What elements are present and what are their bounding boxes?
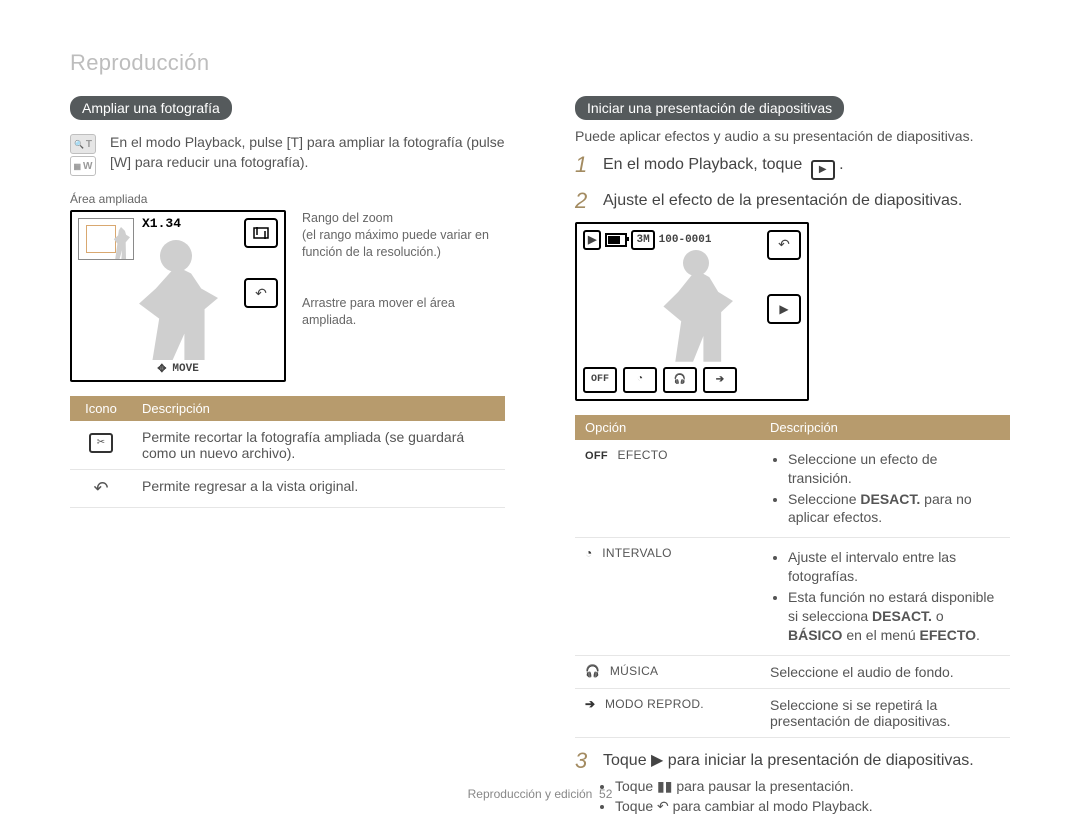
back-button[interactable]: ↶ (767, 230, 801, 260)
table-row: ✂ Permite recortar la fotografía ampliad… (70, 421, 505, 470)
arrow-right-icon: ➔ (716, 374, 724, 386)
lcd-and-callouts: X1.34 ↶ ✥ MOVE Rango del zoom (el rango … (70, 210, 505, 382)
intro-block: 🔍T ▦W En el modo Playback, pulse [T] par… (70, 132, 505, 178)
step-3: 3 Toque ▶ para iniciar la presentación d… (575, 750, 1010, 772)
table-row: ↶ Permite regresar a la vista original. (70, 470, 505, 508)
zoom-keys: 🔍T ▦W (70, 132, 98, 178)
cell-desc: Permite recortar la fotografía ampliada … (132, 421, 505, 470)
two-column-layout: Ampliar una fotografía 🔍T ▦W En el modo … (70, 96, 1010, 818)
table-row: OFF EFECTO Seleccione un efecto de trans… (575, 440, 1010, 538)
crop-icon (253, 227, 269, 239)
play-icon: ▶ (779, 302, 788, 316)
modo-desc: Seleccione si se repetirá la presentació… (760, 688, 1010, 737)
callouts: Rango del zoom (el rango máximo puede va… (302, 210, 505, 382)
efecto-desc: Seleccione un efecto de transición. Sele… (770, 450, 1000, 528)
interval-button[interactable]: ◔ (623, 367, 657, 393)
area-label: Área ampliada (70, 192, 505, 206)
table-row: 🎧 MÚSICA Seleccione el audio de fondo. (575, 655, 1010, 688)
file-counter: 100-0001 (659, 234, 712, 246)
silhouette-icon (126, 240, 226, 360)
effect-off-button[interactable]: OFF (583, 367, 617, 393)
headphones-icon: 🎧 (585, 664, 600, 678)
table-row: ➔ MODO REPROD. Seleccione si se repetirá… (575, 688, 1010, 737)
step-1: 1 En el modo Playback, toque ▶ . (575, 154, 1010, 180)
back-icon: ↶ (93, 478, 108, 498)
musica-desc: Seleccione el audio de fondo. (760, 655, 1010, 688)
left-column: Ampliar una fotografía 🔍T ▦W En el modo … (70, 96, 505, 818)
callout-drag: Arrastre para mover el área ampliada. (302, 295, 505, 329)
th-icon: Icono (70, 396, 132, 421)
move-indicator: ✥ MOVE (157, 362, 199, 376)
back-button[interactable]: ↶ (244, 278, 278, 308)
step-2: 2 Ajuste el efecto de la presentación de… (575, 190, 1010, 212)
trim-button[interactable] (244, 218, 278, 248)
page-footer: Reproducción y edición 52 (0, 787, 1080, 801)
back-icon: ↶ (778, 236, 790, 253)
zoom-in-key: 🔍T (70, 134, 96, 154)
lcd-bottom-row: OFF ◔ 🎧 ➔ (583, 367, 737, 393)
playback-mode-icon: ▶ (583, 230, 601, 250)
table-row: ◔ INTERVALO Ajuste el intervalo entre la… (575, 538, 1010, 655)
crop-icon: ✂ (89, 433, 113, 453)
size-badge: 3M (631, 230, 654, 250)
back-icon: ↶ (255, 285, 267, 302)
intervalo-desc: Ajuste el intervalo entre las fotografía… (770, 548, 1000, 644)
slideshow-intro: Puede aplicar efectos y audio a su prese… (575, 128, 1010, 144)
page-title: Reproducción (70, 50, 1010, 76)
silhouette-icon (653, 250, 739, 362)
th-option: Opción (575, 415, 760, 440)
off-icon: OFF (585, 450, 608, 462)
icon-description-table: Icono Descripción ✂ Permite recortar la … (70, 396, 505, 508)
option-description-table: Opción Descripción OFF EFECTO Seleccione… (575, 415, 1010, 738)
th-desc: Descripción (760, 415, 1010, 440)
zoom-value: X1.34 (142, 216, 181, 231)
intro-text: En el modo Playback, pulse [T] para ampl… (110, 132, 505, 178)
right-column: Iniciar una presentación de diapositivas… (575, 96, 1010, 818)
battery-icon (605, 233, 627, 247)
arrow-right-icon: ➔ (585, 697, 595, 711)
music-button[interactable]: 🎧 (663, 367, 697, 393)
heading-slideshow: Iniciar una presentación de diapositivas (575, 96, 844, 120)
camera-lcd-slideshow: ▶ 3M 100-0001 ↶ ▶ OFF ◔ 🎧 ➔ (575, 222, 809, 401)
cell-desc: Permite regresar a la vista original. (132, 470, 505, 508)
lcd-topbar: ▶ 3M 100-0001 (583, 230, 711, 250)
slideshow-menu-icon: ▶ (811, 160, 835, 180)
camera-lcd-enlarge: X1.34 ↶ ✥ MOVE (70, 210, 286, 382)
manual-page: Reproducción Ampliar una fotografía 🔍T ▦… (0, 0, 1080, 815)
zoom-out-key: ▦W (70, 156, 96, 176)
play-button[interactable]: ▶ (767, 294, 801, 324)
th-desc: Descripción (132, 396, 505, 421)
repeat-mode-button[interactable]: ➔ (703, 367, 737, 393)
timer-icon: ◔ (585, 546, 593, 560)
headphones-icon: 🎧 (674, 374, 686, 386)
heading-enlarge: Ampliar una fotografía (70, 96, 232, 120)
move-arrows-icon: ✥ (157, 362, 166, 376)
timer-icon: ◔ (637, 374, 643, 385)
callout-zoom-range: Rango del zoom (el rango máximo puede va… (302, 210, 505, 261)
